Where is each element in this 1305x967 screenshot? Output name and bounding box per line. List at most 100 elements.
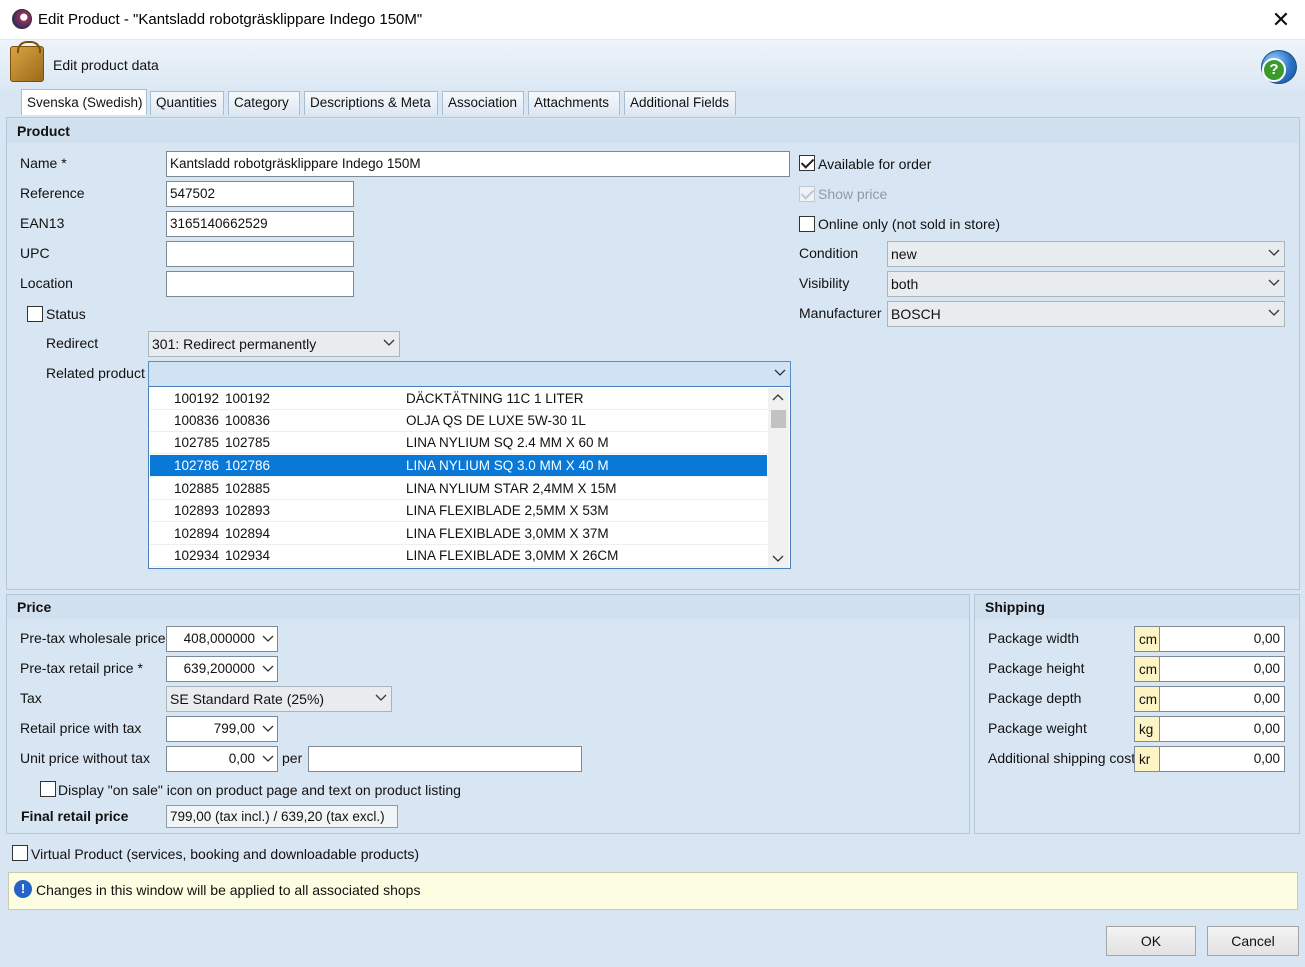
visibility-label: Visibility <box>799 275 850 291</box>
info-text: Changes in this window will be applied t… <box>36 882 421 898</box>
chevron-down-icon[interactable] <box>262 752 274 764</box>
row-ref: 100836 <box>225 413 271 428</box>
manufacturer-select[interactable]: BOSCH <box>887 301 1285 327</box>
chevron-down-icon[interactable] <box>772 552 784 564</box>
online-only-label: Online only (not sold in store) <box>818 216 1001 232</box>
condition-select[interactable]: new <box>887 241 1285 267</box>
dropdown-row[interactable]: 102934 102934 LINA FLEXIBLADE 3,0MM X 26CM <box>150 545 767 567</box>
dropdown-row[interactable]: 102893 102893 LINA FLEXIBLADE 2,5MM X 53M <box>150 500 767 522</box>
tab-quantities[interactable]: Quantities <box>150 91 224 115</box>
online-only-checkbox[interactable] <box>799 216 815 232</box>
unit-price-label: Unit price without tax <box>20 750 150 766</box>
related-product-label: Related product <box>46 365 145 381</box>
row-ref: 102934 <box>225 548 271 563</box>
row-name: LINA NYLIUM SQ 2.4 MM X 60 M <box>406 435 609 450</box>
package-weight-label: Package weight <box>988 720 1087 736</box>
retail-price-input[interactable]: 639,200000 <box>166 656 278 682</box>
show-price-checkbox[interactable] <box>799 186 815 202</box>
package-height-input[interactable]: 0,00 <box>1159 656 1285 682</box>
additional-shipping-cost-label: Additional shipping cost <box>988 750 1136 766</box>
package-weight-input[interactable]: 0,00 <box>1159 716 1285 742</box>
help-icon[interactable]: ? <box>1262 58 1286 82</box>
dropdown-row[interactable]: 100192 100192 DÄCKTÄTNING 11C 1 LITER <box>150 388 767 410</box>
dropdown-row[interactable]: 102785 102785 LINA NYLIUM SQ 2.4 MM X 60 M <box>150 432 767 454</box>
tab-category[interactable]: Category <box>228 91 300 115</box>
tab-descriptions-meta[interactable]: Descriptions & Meta <box>304 91 438 115</box>
package-depth-unit: cm <box>1134 686 1160 712</box>
on-sale-checkbox[interactable] <box>40 781 56 797</box>
header-text: Edit product data <box>53 57 159 73</box>
chevron-down-icon[interactable] <box>262 662 274 674</box>
upc-input[interactable] <box>166 241 354 267</box>
row-name: DÄCKTÄTNING 11C 1 LITER <box>406 391 584 406</box>
cancel-button[interactable]: Cancel <box>1207 926 1299 956</box>
package-width-input[interactable]: 0,00 <box>1159 626 1285 652</box>
ean13-label: EAN13 <box>20 215 65 231</box>
unit-price-value: 0,00 <box>228 751 255 766</box>
redirect-select[interactable]: 301: Redirect permanently <box>148 331 400 357</box>
available-for-order-checkbox[interactable] <box>799 155 815 171</box>
row-ref: 102885 <box>225 481 271 496</box>
unit-price-input[interactable]: 0,00 <box>166 746 278 772</box>
wholesale-price-input[interactable]: 408,000000 <box>166 626 278 652</box>
per-input[interactable] <box>308 746 582 772</box>
package-depth-label: Package depth <box>988 690 1082 706</box>
visibility-select[interactable]: both <box>887 271 1285 297</box>
dropdown-row-selected[interactable]: 102786 102786 LINA NYLIUM SQ 3.0 MM X 40 M <box>150 455 767 477</box>
manufacturer-value: BOSCH <box>891 306 941 322</box>
dropdown-row[interactable]: 102894 102894 LINA FLEXIBLADE 3,0MM X 37M <box>150 523 767 545</box>
name-input[interactable]: Kantsladd robotgräsklippare Indego 150M <box>166 151 790 177</box>
package-width-unit: cm <box>1134 626 1160 652</box>
row-ref: 102785 <box>225 435 271 450</box>
tab-association[interactable]: Association <box>442 91 524 115</box>
virtual-product-checkbox[interactable] <box>12 845 28 861</box>
dropdown-scrollbar[interactable] <box>768 388 789 568</box>
row-ref: 102786 <box>225 458 271 473</box>
location-input[interactable] <box>166 271 354 297</box>
status-checkbox[interactable] <box>27 306 43 322</box>
scrollbar-thumb[interactable] <box>771 410 786 428</box>
name-label: Name * <box>20 155 67 171</box>
related-product-select[interactable] <box>148 361 791 387</box>
row-id: 102785 <box>174 435 220 450</box>
row-name: LINA NYLIUM STAR 2,4MM X 15M <box>406 481 617 496</box>
package-depth-input[interactable]: 0,00 <box>1159 686 1285 712</box>
row-id: 100192 <box>174 391 220 406</box>
row-id: 102885 <box>174 481 220 496</box>
row-id: 102893 <box>174 503 220 518</box>
retail-price-with-tax-value: 799,00 <box>213 721 255 736</box>
chevron-up-icon[interactable] <box>772 392 784 404</box>
tab-additional-fields[interactable]: Additional Fields <box>624 91 736 115</box>
chevron-down-icon[interactable] <box>262 722 274 734</box>
ean13-input[interactable]: 3165140662529 <box>166 211 354 237</box>
reference-input[interactable]: 547502 <box>166 181 354 207</box>
ok-button[interactable]: OK <box>1106 926 1196 956</box>
app-icon <box>12 9 32 29</box>
tab-svenska[interactable]: Svenska (Swedish) <box>21 89 147 115</box>
row-ref: 102894 <box>225 526 271 541</box>
row-name: LINA FLEXIBLADE 3,0MM X 26CM <box>406 548 619 563</box>
final-retail-price-label: Final retail price <box>21 808 129 824</box>
available-for-order-label: Available for order <box>818 156 932 172</box>
close-button[interactable]: ✕ <box>1262 5 1300 35</box>
dropdown-row[interactable]: 100836 100836 OLJA QS DE LUXE 5W-30 1L <box>150 410 767 432</box>
chevron-down-icon[interactable] <box>262 632 274 644</box>
shopping-bag-icon <box>10 41 44 82</box>
retail-price-with-tax-input[interactable]: 799,00 <box>166 716 278 742</box>
shipping-section-title: Shipping <box>975 595 1299 619</box>
tax-select[interactable]: SE Standard Rate (25%) <box>166 686 392 712</box>
on-sale-label: Display "on sale" icon on product page a… <box>58 782 461 798</box>
retail-price-label: Pre-tax retail price * <box>20 660 143 676</box>
additional-shipping-cost-input[interactable]: 0,00 <box>1159 746 1285 772</box>
redirect-label: Redirect <box>46 335 99 351</box>
manufacturer-label: Manufacturer <box>799 305 882 321</box>
row-id: 102894 <box>174 526 220 541</box>
tab-attachments[interactable]: Attachments <box>528 91 620 115</box>
price-section-title: Price <box>7 595 969 619</box>
row-id: 102786 <box>174 458 220 473</box>
virtual-product-label: Virtual Product (services, booking and d… <box>31 846 420 862</box>
reference-label: Reference <box>20 185 85 201</box>
dropdown-row[interactable]: 102885 102885 LINA NYLIUM STAR 2,4MM X 15M <box>150 478 767 500</box>
row-name: LINA NYLIUM SQ 3.0 MM X 40 M <box>406 458 609 473</box>
per-label: per <box>282 750 303 766</box>
